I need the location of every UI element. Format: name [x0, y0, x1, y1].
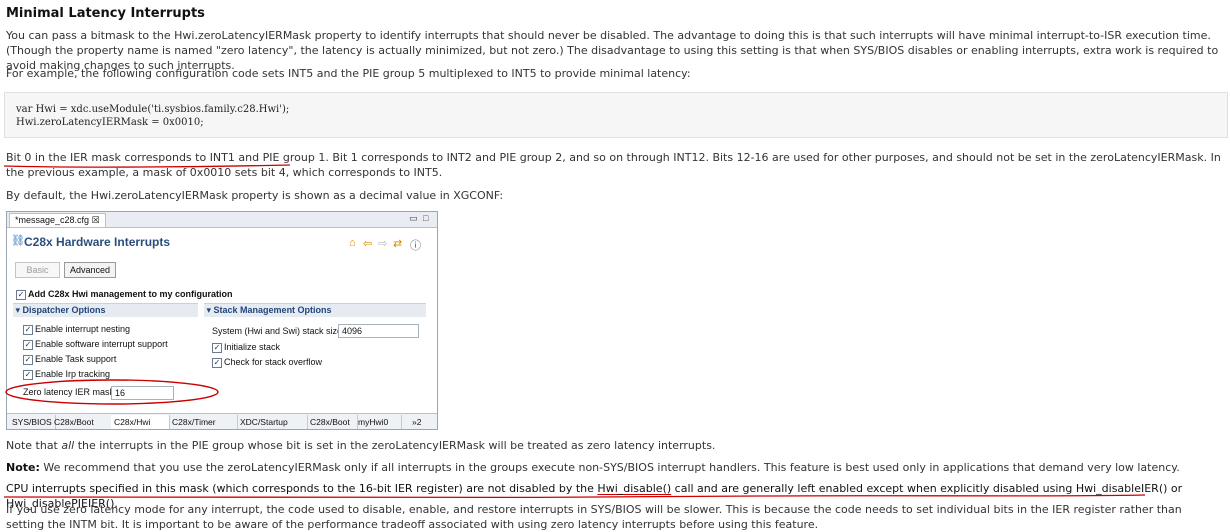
recommendation-note: Note: We recommend that you use the zero… — [6, 460, 1222, 475]
bit-mapping-underlined: Bit 0 in the IER mask corresponds to INT… — [6, 151, 329, 164]
advanced-button[interactable]: Advanced — [64, 262, 117, 278]
stack-options-header[interactable]: ▾ Stack Management Options — [204, 303, 426, 317]
stack-size-input[interactable]: 4096 — [338, 324, 419, 338]
collapse-arrow-icon: ▾ — [13, 305, 23, 315]
more-tabs-icon[interactable]: »2 — [409, 415, 424, 429]
xgconf-screenshot: *message_c28.cfg ☒ ▭ □ ⛓ C28x Hardware I… — [6, 211, 438, 430]
forward-icon[interactable]: ⇨ — [378, 237, 387, 250]
irp-tracking-checkbox[interactable]: ✓ — [23, 370, 33, 380]
help-icon[interactable]: ⓘ — [410, 237, 421, 253]
add-mgmt-checkbox[interactable]: ✓ — [16, 290, 26, 300]
panel-title: C28x Hardware Interrupts — [24, 235, 171, 249]
module-tab[interactable]: C28x/Boot — [51, 415, 114, 429]
check-overflow-label: Check for stack overflow — [224, 357, 323, 367]
zero-latency-label: Zero latency IER mask — [23, 387, 115, 397]
nesting-checkbox[interactable]: ✓ — [23, 325, 33, 335]
init-stack-checkbox[interactable]: ✓ — [212, 343, 222, 353]
code-line-2: Hwi.zeroLatencyIERMask = 0x0010; — [16, 117, 204, 128]
note-post: the interrupts in the PIE group whose bi… — [74, 439, 716, 452]
module-tab-bar: SYS/BIOS C28x/Boot C28x/Hwi C28x/Timer X… — [7, 413, 437, 429]
pie-group-note: Note that all the interrupts in the PIE … — [6, 438, 1222, 453]
note-italic: all — [61, 439, 75, 452]
bit-mapping-paragraph: Bit 0 in the IER mask corresponds to INT… — [6, 150, 1222, 180]
dispatcher-options-header[interactable]: ▾ Dispatcher Options — [13, 303, 198, 317]
example-intro-paragraph: For example, the following configuration… — [6, 67, 691, 80]
dispatcher-item: Enable interrupt nesting — [35, 324, 131, 334]
editor-tab-bar: *message_c28.cfg ☒ ▭ □ — [7, 212, 437, 228]
sync-icon[interactable]: ⇄ — [393, 237, 402, 250]
collapse-arrow-icon: ▾ — [204, 305, 214, 315]
module-tab[interactable]: C28x/Timer — [169, 415, 238, 429]
module-tab[interactable]: C28x/Hwi — [111, 415, 170, 429]
swi-support-checkbox[interactable]: ✓ — [23, 340, 33, 350]
hardware-interrupts-icon: ⛓ — [11, 235, 25, 247]
cpu-text-1: CPU interrupts specified in this mask (w… — [6, 482, 598, 495]
stack-size-label: System (Hwi and Swi) stack size — [212, 326, 343, 336]
module-tab[interactable]: C28x/Boot — [307, 415, 358, 429]
dispatcher-item: Enable Task support — [35, 354, 117, 364]
maximize-icon[interactable]: □ — [423, 213, 428, 223]
stack-options-label: Stack Management Options — [213, 305, 332, 315]
module-tab[interactable]: myHwi0 — [355, 415, 402, 429]
zero-latency-input[interactable]: 16 — [111, 386, 174, 400]
module-tab[interactable]: SYS/BIOS — [9, 415, 56, 429]
note-body: We recommend that you use the zeroLatenc… — [39, 461, 1180, 474]
note-label: Note: — [6, 461, 40, 474]
dispatcher-item: Enable software interrupt support — [35, 339, 168, 349]
init-stack-label: Initialize stack — [224, 342, 281, 352]
back-icon[interactable]: ⇦ — [363, 237, 372, 250]
page-heading: Minimal Latency Interrupts — [6, 6, 205, 21]
editor-tab[interactable]: *message_c28.cfg ☒ — [9, 213, 106, 227]
dispatcher-options-label: Dispatcher Options — [22, 305, 106, 315]
task-support-checkbox[interactable]: ✓ — [23, 355, 33, 365]
dispatcher-item: Enable Irp tracking — [35, 369, 111, 379]
module-tab[interactable]: XDC/Startup — [237, 415, 308, 429]
xgconf-paragraph: By default, the Hwi.zeroLatencyIERMask p… — [6, 189, 504, 202]
code-block: var Hwi = xdc.useModule('ti.sysbios.fami… — [4, 92, 1228, 138]
code-line-1: var Hwi = xdc.useModule('ti.sysbios.fami… — [16, 104, 290, 115]
note-pre: Note that — [6, 439, 62, 452]
performance-paragraph: If you use zero latency mode for any int… — [6, 503, 1182, 531]
add-mgmt-label: Add C28x Hwi management to my configurat… — [28, 289, 233, 299]
home-icon[interactable]: ⌂ — [349, 237, 356, 249]
check-overflow-checkbox[interactable]: ✓ — [212, 358, 222, 368]
minimize-icon[interactable]: ▭ — [409, 213, 418, 224]
hwi-disable-call: Hwi_disable() — [597, 482, 672, 495]
basic-button[interactable]: Basic — [15, 262, 60, 278]
